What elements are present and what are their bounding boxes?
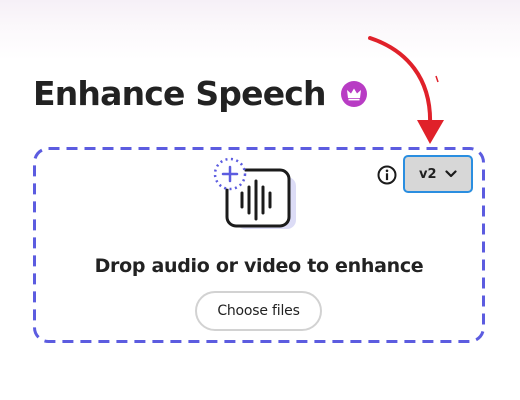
version-select[interactable]: v2 bbox=[403, 155, 473, 193]
audio-waveform-add-icon bbox=[213, 157, 296, 229]
page-title: Enhance Speech bbox=[33, 74, 327, 113]
chevron-down-icon bbox=[445, 170, 457, 178]
info-icon[interactable] bbox=[377, 165, 397, 185]
choose-files-button[interactable]: Choose files bbox=[195, 291, 322, 331]
annotation-arrow bbox=[368, 36, 444, 144]
title-row: Enhance Speech bbox=[33, 74, 367, 114]
drop-zone-label: Drop audio or video to enhance bbox=[94, 255, 424, 277]
version-select-value: v2 bbox=[419, 166, 437, 182]
